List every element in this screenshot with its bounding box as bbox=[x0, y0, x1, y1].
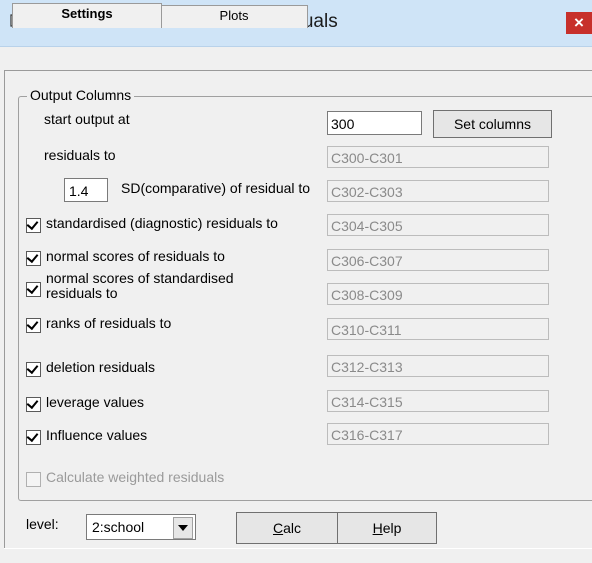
normal-scores-columns: C306-C307 bbox=[327, 249, 549, 271]
normal-scores-standardised-columns: C308-C309 bbox=[327, 283, 549, 305]
normal-scores-standardised-label: normal scores of standardised residuals … bbox=[46, 270, 234, 301]
residuals-columns: C300-C301 bbox=[327, 146, 549, 168]
residuals-label: residuals to bbox=[44, 147, 116, 163]
deletion-residuals-columns: C312-C313 bbox=[327, 355, 549, 377]
sd-multiplier-input[interactable]: 1.4 bbox=[64, 178, 108, 202]
standardised-residuals-checkbox[interactable] bbox=[26, 217, 41, 233]
close-button[interactable]: × bbox=[566, 12, 592, 34]
weighted-residuals-checkbox[interactable] bbox=[26, 472, 41, 487]
ranks-columns: C310-C311 bbox=[327, 318, 549, 340]
tab-divider bbox=[4, 70, 592, 71]
tab-plots[interactable]: Plots bbox=[160, 5, 308, 28]
checkmark-icon bbox=[26, 281, 39, 295]
panel-bottom-border bbox=[4, 548, 592, 549]
checkmark-icon bbox=[26, 317, 39, 331]
standardised-residuals-columns: C304-C305 bbox=[327, 214, 549, 236]
dropdown-arrow-icon[interactable] bbox=[173, 517, 193, 539]
tab-settings[interactable]: Settings bbox=[12, 3, 162, 28]
deletion-residuals-label: deletion residuals bbox=[46, 359, 155, 375]
calc-button[interactable]: Calc bbox=[236, 512, 338, 544]
sd-columns: C302-C303 bbox=[327, 180, 549, 202]
checkmark-icon bbox=[26, 361, 39, 375]
influence-values-checkbox[interactable] bbox=[26, 429, 41, 445]
group-legend: Output Columns bbox=[27, 87, 135, 103]
normal-scores-standardised-checkbox[interactable] bbox=[26, 281, 41, 297]
checkmark-icon bbox=[26, 217, 39, 231]
deletion-residuals-checkbox[interactable] bbox=[26, 361, 41, 377]
checkmark-icon bbox=[26, 250, 39, 264]
standardised-residuals-label: standardised (diagnostic) residuals to bbox=[46, 215, 278, 231]
normal-scores-checkbox[interactable] bbox=[26, 250, 41, 266]
level-label: level: bbox=[26, 516, 59, 532]
help-button[interactable]: Help bbox=[337, 512, 437, 544]
leverage-values-label: leverage values bbox=[46, 394, 145, 410]
leverage-values-columns: C314-C315 bbox=[327, 390, 549, 412]
weighted-residuals-label: Calculate weighted residuals bbox=[46, 469, 225, 485]
start-output-label: start output at bbox=[44, 111, 130, 127]
panel-border bbox=[4, 70, 5, 548]
leverage-values-checkbox[interactable] bbox=[26, 396, 41, 412]
normal-scores-label: normal scores of residuals to bbox=[46, 248, 225, 264]
level-select[interactable]: 2:school bbox=[86, 514, 196, 540]
start-output-input[interactable]: 300 bbox=[327, 111, 422, 135]
ranks-label: ranks of residuals to bbox=[46, 315, 172, 331]
influence-values-label: Influence values bbox=[46, 427, 148, 443]
ranks-checkbox[interactable] bbox=[26, 317, 41, 333]
influence-values-columns: C316-C317 bbox=[327, 423, 549, 445]
set-columns-button[interactable]: Set columns bbox=[433, 110, 552, 138]
checkmark-icon bbox=[26, 429, 39, 443]
sd-label: SD(comparative) of residual to bbox=[121, 180, 311, 196]
level-value: 2:school bbox=[92, 519, 145, 535]
checkmark-icon bbox=[26, 396, 39, 410]
